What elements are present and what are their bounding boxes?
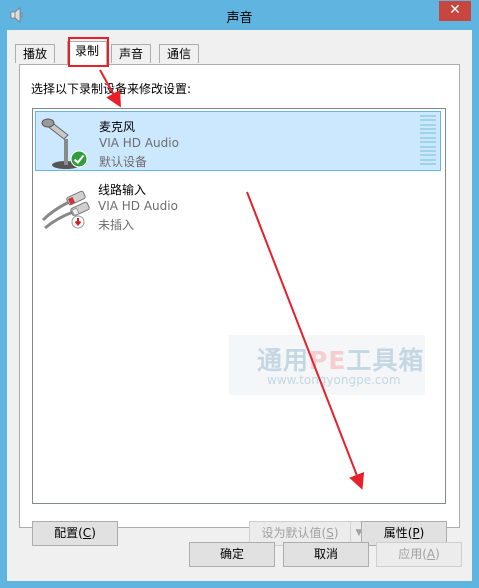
ok-button[interactable]: 确定 — [189, 542, 275, 567]
unplugged-badge-icon — [71, 215, 85, 229]
tab-sounds[interactable]: 声音 — [111, 44, 152, 63]
device-name: 线路输入 — [98, 183, 147, 197]
close-button[interactable]: ✕ — [439, 1, 471, 21]
cancel-button[interactable]: 取消 — [283, 542, 369, 567]
sound-dialog: 声音 ✕ 播放 录制 声音 通信 选择以下录制设备来修改设置: 麦克风 VIA … — [0, 0, 479, 588]
close-icon: ✕ — [449, 2, 461, 18]
watermark-url: www.tongyongpe.com — [267, 373, 401, 387]
tab-communications[interactable]: 通信 — [159, 44, 200, 63]
window-title: 声音 — [226, 11, 253, 26]
apply-button[interactable]: 应用(A) — [376, 542, 462, 567]
tab-playback[interactable]: 播放 — [15, 44, 56, 63]
watermark: 通用PE工具箱 www.tongyongpe.com — [229, 335, 425, 395]
device-driver: VIA HD Audio — [99, 136, 179, 150]
level-meter — [420, 115, 436, 165]
device-status: 默认设备 — [99, 155, 148, 169]
device-driver: VIA HD Audio — [98, 199, 178, 213]
device-item-microphone[interactable]: 麦克风 VIA HD Audio 默认设备 — [35, 111, 441, 171]
device-item-line-in[interactable]: 线路输入 VIA HD Audio 未插入 — [35, 175, 441, 235]
check-badge-icon — [70, 150, 88, 168]
dialog-client-area: 播放 录制 声音 通信 选择以下录制设备来修改设置: 麦克风 VIA HD Au… — [7, 30, 472, 581]
instruction-text: 选择以下录制设备来修改设置: — [31, 82, 192, 96]
recording-tab-panel: 选择以下录制设备来修改设置: 麦克风 VIA HD Audio 默认设备 线路输… — [19, 64, 460, 546]
device-status: 未插入 — [98, 218, 135, 232]
tab-recording[interactable]: 录制 — [67, 41, 108, 65]
watermark-title: 通用PE工具箱 — [257, 346, 425, 375]
configure-button[interactable]: 配置(C) — [32, 521, 118, 546]
title-bar[interactable]: 声音 ✕ — [0, 0, 479, 30]
recording-device-list[interactable]: 麦克风 VIA HD Audio 默认设备 线路输入 VIA HD Audio … — [32, 108, 446, 504]
device-name: 麦克风 — [99, 120, 136, 134]
